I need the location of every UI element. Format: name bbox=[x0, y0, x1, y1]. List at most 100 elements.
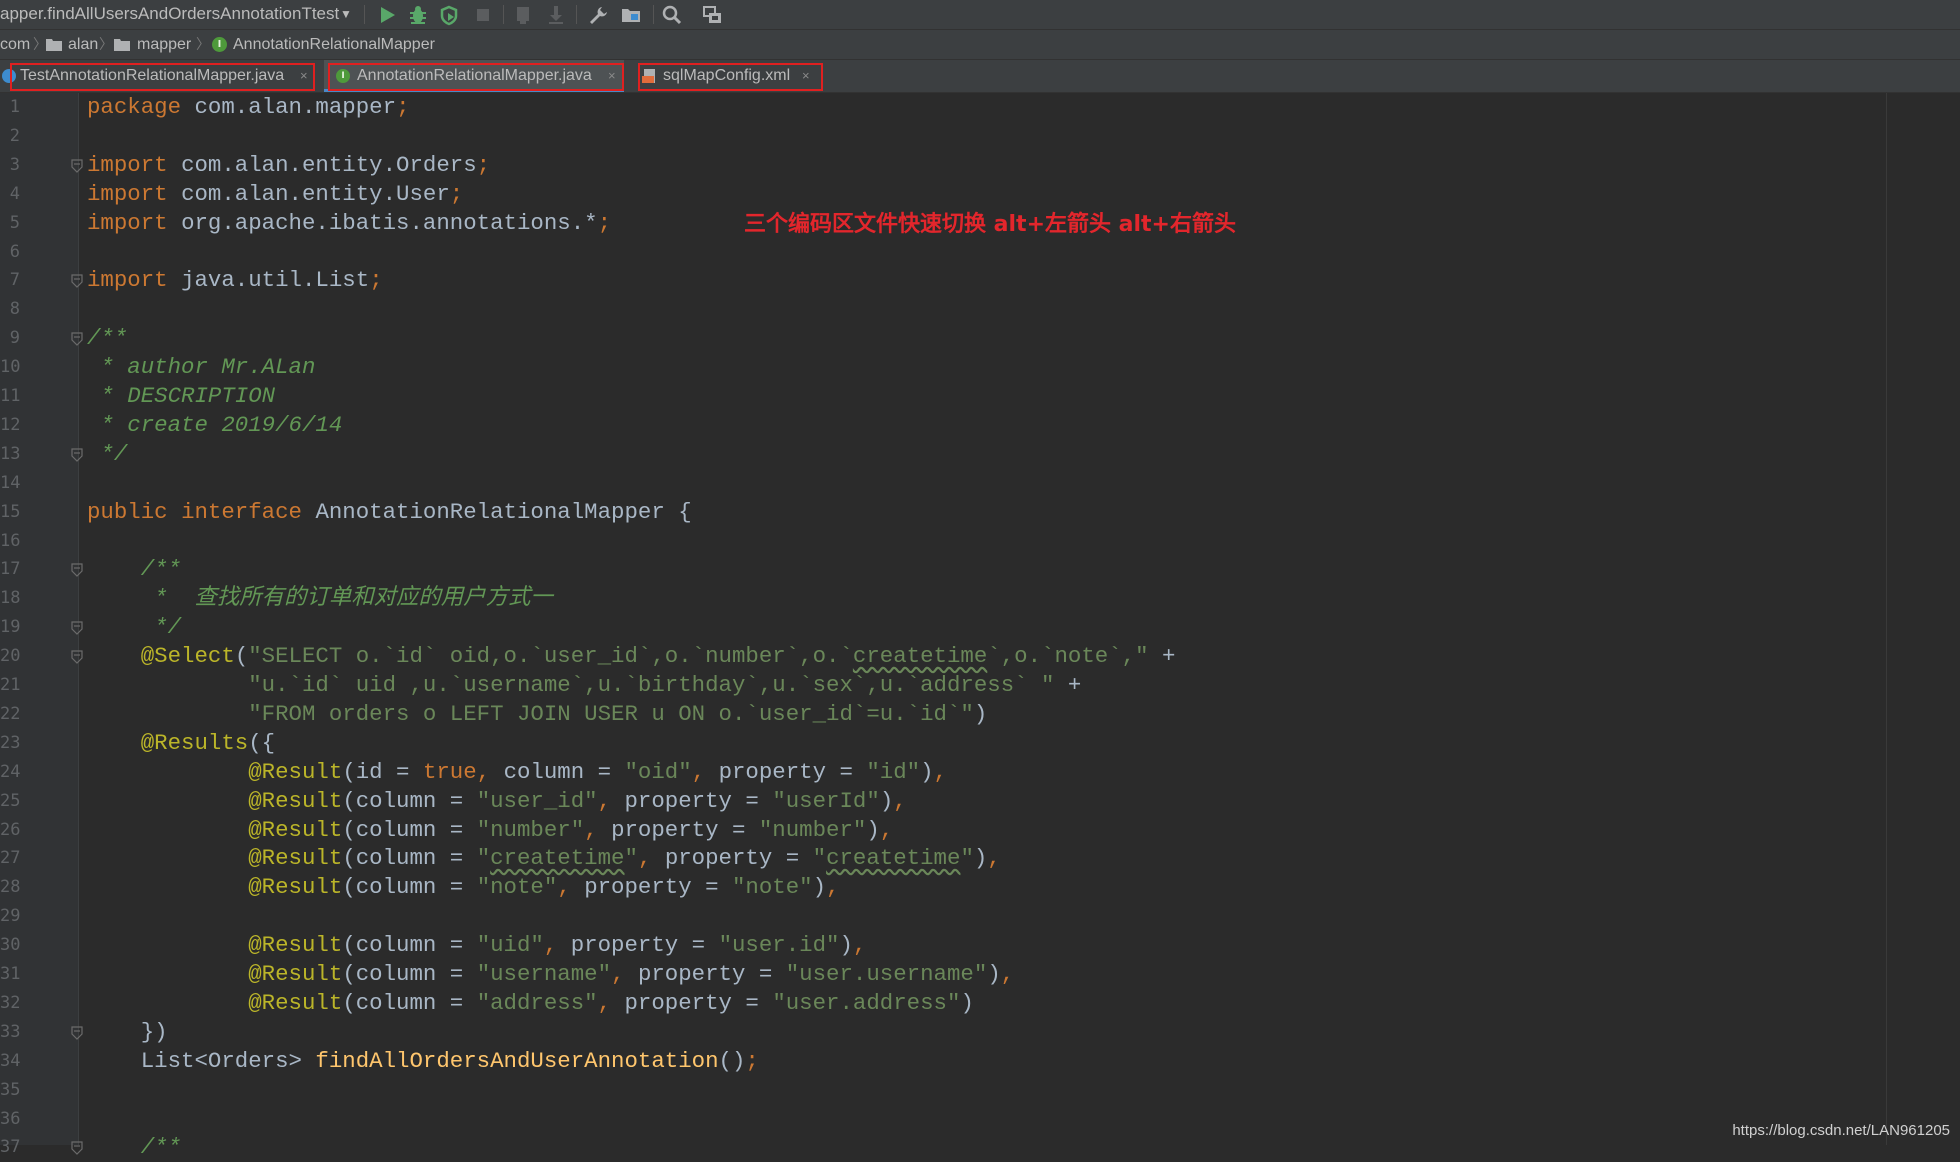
code-token: ) bbox=[920, 758, 934, 785]
code-token: "user_id" bbox=[476, 787, 598, 814]
wrench-icon[interactable] bbox=[587, 4, 609, 26]
fold-marker-icon[interactable] bbox=[71, 621, 83, 636]
code-line[interactable]: */ bbox=[87, 440, 127, 469]
annotation-note: 三个编码区文件快速切换 alt+左箭头 alt+右箭头 bbox=[744, 212, 1236, 237]
code-line[interactable]: @Result(column = "note", property = "not… bbox=[87, 873, 840, 902]
code-token: "user.address" bbox=[772, 989, 961, 1016]
folder-icon bbox=[46, 39, 62, 51]
code-token: @Results bbox=[140, 729, 249, 756]
code-line[interactable]: import com.alan.entity.User; bbox=[87, 180, 463, 209]
breadcrumb-item-mapper[interactable]: mapper bbox=[137, 30, 191, 59]
line-number: 7 bbox=[9, 270, 20, 291]
toolbar-divider bbox=[653, 5, 654, 24]
code-line[interactable]: @Results({ bbox=[87, 729, 275, 758]
code-token: , bbox=[826, 874, 840, 901]
line-number: 27 bbox=[0, 848, 21, 869]
stop-icon[interactable] bbox=[472, 4, 494, 26]
fold-marker-icon[interactable] bbox=[71, 274, 83, 289]
code-line[interactable]: * create 2019/6/14 bbox=[87, 411, 342, 440]
code-line[interactable]: }) bbox=[87, 1018, 168, 1047]
fold-marker-icon[interactable] bbox=[71, 332, 83, 347]
code-line[interactable]: "u.`id` uid ,u.`username`,u.`birthday`,u… bbox=[87, 671, 1081, 700]
fold-marker-icon[interactable] bbox=[71, 563, 83, 578]
line-number: 24 bbox=[0, 761, 21, 782]
code-token: (column = bbox=[342, 961, 477, 987]
code-token: "number" bbox=[476, 816, 585, 843]
code-line[interactable]: /** bbox=[87, 324, 127, 353]
code-line[interactable]: @Result(column = "createtime", property … bbox=[87, 844, 1001, 873]
project-structure-icon[interactable] bbox=[620, 4, 642, 26]
code-line[interactable]: @Select("SELECT o.`id` oid,o.`user_id`,o… bbox=[87, 642, 1176, 671]
code-token: "user.id" bbox=[718, 932, 840, 959]
chevron-down-icon: ▼ bbox=[340, 7, 352, 21]
code-line[interactable]: @Result(column = "address", property = "… bbox=[87, 989, 974, 1018]
run-icon[interactable] bbox=[376, 4, 398, 26]
code-line[interactable]: public interface AnnotationRelationalMap… bbox=[87, 498, 692, 527]
code-token: findAllOrdersAndUserAnnotation bbox=[315, 1047, 719, 1074]
code-line[interactable]: List<Orders> findAllOrdersAndUserAnnotat… bbox=[87, 1047, 759, 1076]
debug-icon[interactable] bbox=[407, 4, 429, 26]
code-line[interactable]: * 查找所有的订单和对应的用户方式一 bbox=[87, 584, 553, 613]
line-number: 6 bbox=[9, 241, 20, 262]
breadcrumb-item-com[interactable]: com bbox=[0, 30, 30, 59]
line-number: 26 bbox=[0, 819, 21, 840]
code-token: , bbox=[584, 816, 612, 843]
code-token: createtime bbox=[852, 643, 988, 670]
code-line[interactable]: package com.alan.mapper; bbox=[87, 93, 410, 122]
code-line[interactable]: /** bbox=[87, 555, 181, 584]
code-line[interactable]: * author Mr.ALan bbox=[87, 353, 315, 382]
code-token: "note" bbox=[732, 874, 813, 901]
code-editor[interactable]: package com.alan.mapper; import com.alan.… bbox=[0, 93, 1960, 1160]
code-token: @Result bbox=[248, 989, 343, 1016]
line-number: 2 bbox=[9, 125, 20, 146]
build-icon[interactable] bbox=[512, 4, 534, 26]
line-number: 33 bbox=[0, 1021, 21, 1042]
code-line[interactable]: * DESCRIPTION bbox=[87, 382, 275, 411]
code-token: * author Mr.ALan bbox=[87, 354, 316, 381]
code-token: , bbox=[879, 816, 894, 843]
code-line[interactable]: @Result(column = "username", property = … bbox=[87, 960, 1014, 989]
fold-marker-icon[interactable] bbox=[71, 650, 83, 664]
code-token: ) bbox=[879, 787, 894, 814]
code-token: * create 2019/6/14 bbox=[87, 411, 343, 438]
line-number: 32 bbox=[0, 992, 21, 1013]
line-number: 19 bbox=[0, 617, 21, 638]
code-line[interactable]: @Result(id = true, column = "oid", prope… bbox=[87, 758, 947, 787]
code-line[interactable]: import org.apache.ibatis.annotations.*; bbox=[87, 209, 611, 238]
breadcrumb-item-interface[interactable]: AnnotationRelationalMapper bbox=[233, 30, 435, 59]
code-line[interactable]: "FROM orders o LEFT JOIN USER u ON o.`us… bbox=[87, 700, 987, 729]
code-line[interactable]: @Result(column = "uid", property = "user… bbox=[87, 931, 866, 960]
code-line[interactable]: */ bbox=[87, 613, 181, 642]
line-number: 16 bbox=[0, 530, 21, 551]
line-number: 12 bbox=[0, 414, 21, 435]
sdk-icon[interactable] bbox=[701, 4, 723, 26]
code-line[interactable]: @Result(column = "number", property = "n… bbox=[87, 816, 893, 845]
code-token: "FROM orders o LEFT JOIN USER u ON o.`us… bbox=[248, 700, 974, 727]
code-token: property = bbox=[624, 989, 773, 1016]
code-line[interactable]: import java.util.List; bbox=[87, 266, 383, 295]
code-token: "number" bbox=[758, 816, 867, 843]
fold-marker-icon[interactable] bbox=[71, 159, 83, 173]
code-line[interactable]: import com.alan.entity.Orders; bbox=[87, 151, 490, 180]
line-number: 21 bbox=[0, 675, 21, 695]
breadcrumb-item-alan[interactable]: alan bbox=[68, 30, 98, 59]
code-token: "address" bbox=[476, 989, 598, 1016]
code-token: property = bbox=[718, 758, 867, 785]
code-line[interactable]: @Result(column = "user_id", property = "… bbox=[87, 787, 906, 816]
code-token: property = bbox=[611, 816, 759, 843]
fold-marker-icon[interactable] bbox=[71, 1141, 83, 1156]
download-icon[interactable] bbox=[545, 4, 567, 26]
code-token: "user.username" bbox=[785, 961, 988, 987]
fold-marker-icon[interactable] bbox=[71, 1026, 83, 1040]
line-number: 17 bbox=[0, 559, 21, 580]
fold-marker-icon[interactable] bbox=[71, 448, 83, 462]
code-line[interactable]: /** bbox=[87, 1133, 181, 1162]
run-configuration-selector[interactable]: apper.findAllUsersAndOrdersAnnotationTte… bbox=[0, 2, 360, 26]
line-number: 25 bbox=[0, 790, 21, 811]
line-number: 14 bbox=[0, 472, 21, 493]
search-icon[interactable] bbox=[661, 4, 683, 26]
coverage-icon[interactable] bbox=[438, 4, 460, 26]
